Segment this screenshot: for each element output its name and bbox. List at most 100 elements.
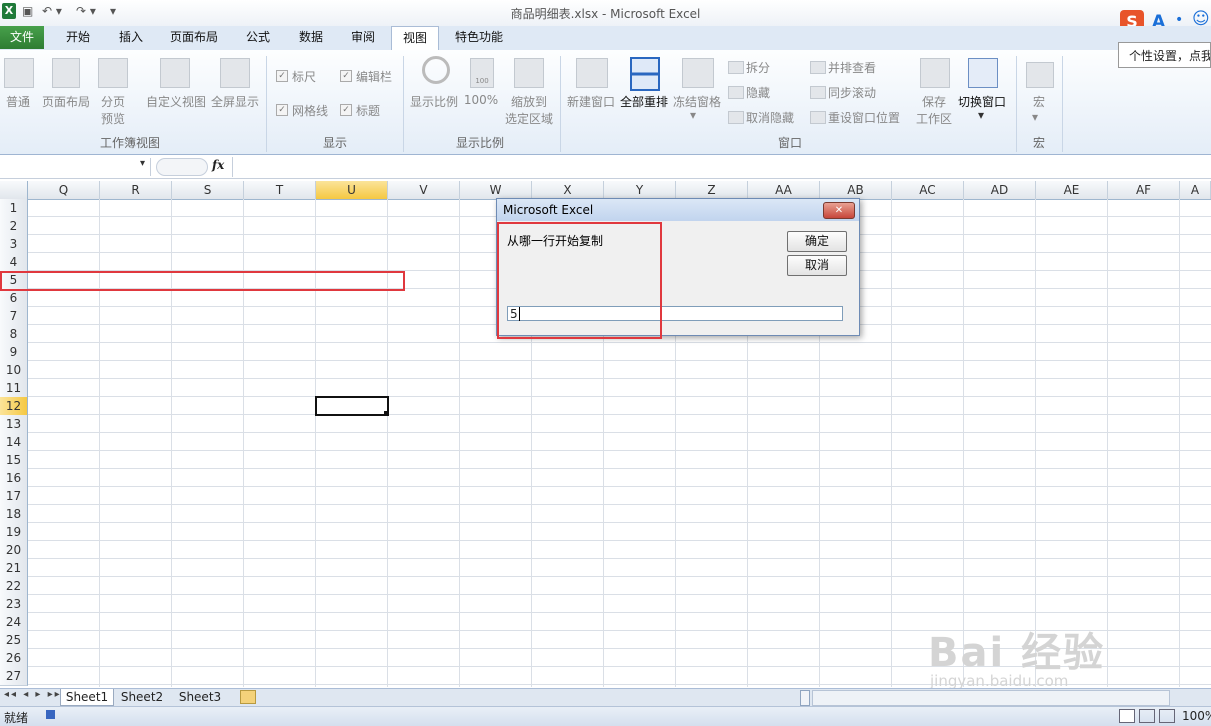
save-workspace-button[interactable]: 保存 [912,93,956,110]
row-header[interactable]: 20 [0,541,28,560]
zoom-button[interactable]: 显示比例 [406,93,462,110]
row-header[interactable]: 17 [0,487,28,506]
row-header[interactable]: 3 [0,235,28,254]
column-header[interactable]: AD [964,181,1036,199]
custom-views-button[interactable]: 自定义视图 [144,93,208,110]
formula-bar-checkbox[interactable]: ✓ [340,70,352,82]
new-window-button[interactable]: 新建窗口 [562,93,620,110]
macros-dropdown-icon[interactable]: ▾ [1032,110,1038,124]
formula-bar-resize-handle[interactable] [156,158,208,176]
column-header[interactable]: Q [28,181,100,199]
freeze-panes-dropdown-icon[interactable]: ▾ [690,108,696,122]
page-layout-status-icon[interactable] [1139,709,1155,723]
view-side-by-side-button[interactable]: 并排查看 [828,59,876,76]
column-header[interactable]: R [100,181,172,199]
row-header[interactable]: 27 [0,667,28,686]
sheet-tab-sheet2[interactable]: Sheet2 [116,689,168,705]
row-header[interactable]: 16 [0,469,28,488]
sheet-tab-sheet1[interactable]: Sheet1 [60,689,114,706]
headings-checkbox[interactable]: ✓ [340,104,352,116]
row-header[interactable]: 2 [0,217,28,236]
row-header[interactable]: 13 [0,415,28,434]
row-header[interactable]: 22 [0,577,28,596]
column-header[interactable]: AF [1108,181,1180,199]
zoom-level[interactable]: 100% [1182,709,1211,723]
column-header[interactable]: Z [676,181,748,199]
tab-page-layout[interactable]: 页面布局 [164,26,224,49]
split-button[interactable]: 拆分 [746,59,770,76]
select-all-corner[interactable] [0,181,28,199]
full-screen-button[interactable]: 全屏显示 [208,93,262,110]
column-header[interactable]: AB [820,181,892,199]
row-header[interactable]: 19 [0,523,28,542]
column-header[interactable]: AC [892,181,964,199]
column-header[interactable]: AE [1036,181,1108,199]
tab-review[interactable]: 审阅 [341,26,385,49]
column-header[interactable]: T [244,181,316,199]
ok-button[interactable]: 确定 [787,231,847,252]
macro-record-icon[interactable] [46,710,55,719]
tab-formulas[interactable]: 公式 [236,26,280,49]
tab-view[interactable]: 视图 [391,26,439,51]
page-layout-button[interactable]: 页面布局 [40,93,92,110]
macros-button[interactable]: 宏 [1022,93,1056,110]
row-header[interactable]: 24 [0,613,28,632]
freeze-panes-button[interactable]: 冻结窗格 [670,93,724,110]
cancel-button[interactable]: 取消 [787,255,847,276]
row-header[interactable]: 9 [0,343,28,362]
switch-windows-dropdown-icon[interactable]: ▾ [978,108,984,122]
zoom-100-button[interactable]: 100% [462,93,500,107]
row-header[interactable]: 26 [0,649,28,668]
name-box-dropdown-icon[interactable]: ▾ [140,158,145,169]
normal-view-button[interactable]: 普通 [0,93,36,110]
tab-insert[interactable]: 插入 [109,26,153,49]
name-box[interactable] [0,158,151,176]
page-break-preview-button[interactable]: 分页 [94,93,132,110]
tab-file[interactable]: 文件 [0,26,44,49]
tab-split-handle[interactable] [800,690,810,706]
column-header[interactable]: U [316,181,388,199]
insert-function-icon[interactable]: fx [212,158,224,172]
tab-home[interactable]: 开始 [56,26,100,49]
sheet-navigation-icons[interactable]: ◂◂ ◂ ▸ ▸▸ [4,689,62,700]
fill-handle[interactable] [384,411,389,416]
tab-special[interactable]: 特色功能 [447,26,511,49]
row-header[interactable]: 8 [0,325,28,344]
column-header[interactable]: X [532,181,604,199]
column-header[interactable]: S [172,181,244,199]
row-header[interactable]: 15 [0,451,28,470]
row-header[interactable]: 18 [0,505,28,524]
row-header[interactable]: 11 [0,379,28,398]
unhide-button[interactable]: 取消隐藏 [746,109,794,126]
zoom-to-selection-button[interactable]: 缩放到 [500,93,558,110]
dialog-close-button[interactable]: ✕ [823,202,855,219]
row-header[interactable]: 6 [0,289,28,308]
row-header[interactable]: 23 [0,595,28,614]
row-header[interactable]: 14 [0,433,28,452]
insert-sheet-icon[interactable] [240,690,256,704]
column-header[interactable]: AA [748,181,820,199]
sync-scroll-button[interactable]: 同步滚动 [828,84,876,101]
column-header[interactable]: A [1180,181,1211,199]
hide-button[interactable]: 隐藏 [746,84,770,101]
row-header[interactable]: 25 [0,631,28,650]
normal-view-status-icon[interactable] [1119,709,1135,723]
arrange-all-button[interactable]: 全部重排 [618,93,670,110]
horizontal-scrollbar[interactable] [812,690,1170,706]
column-header[interactable]: W [460,181,532,199]
active-cell[interactable] [315,396,389,416]
ruler-checkbox[interactable]: ✓ [276,70,288,82]
row-header[interactable]: 21 [0,559,28,578]
row-header[interactable]: 4 [0,253,28,272]
row-header[interactable]: 10 [0,361,28,380]
column-header[interactable]: Y [604,181,676,199]
column-header[interactable]: V [388,181,460,199]
tab-data[interactable]: 数据 [289,26,333,49]
row-header[interactable]: 12 [0,397,28,416]
row-header[interactable]: 1 [0,199,28,218]
sheet-tab-sheet3[interactable]: Sheet3 [174,689,226,705]
reset-window-position-button[interactable]: 重设窗口位置 [828,109,900,126]
page-break-status-icon[interactable] [1159,709,1175,723]
formula-input[interactable] [232,157,1211,177]
gridlines-checkbox[interactable]: ✓ [276,104,288,116]
